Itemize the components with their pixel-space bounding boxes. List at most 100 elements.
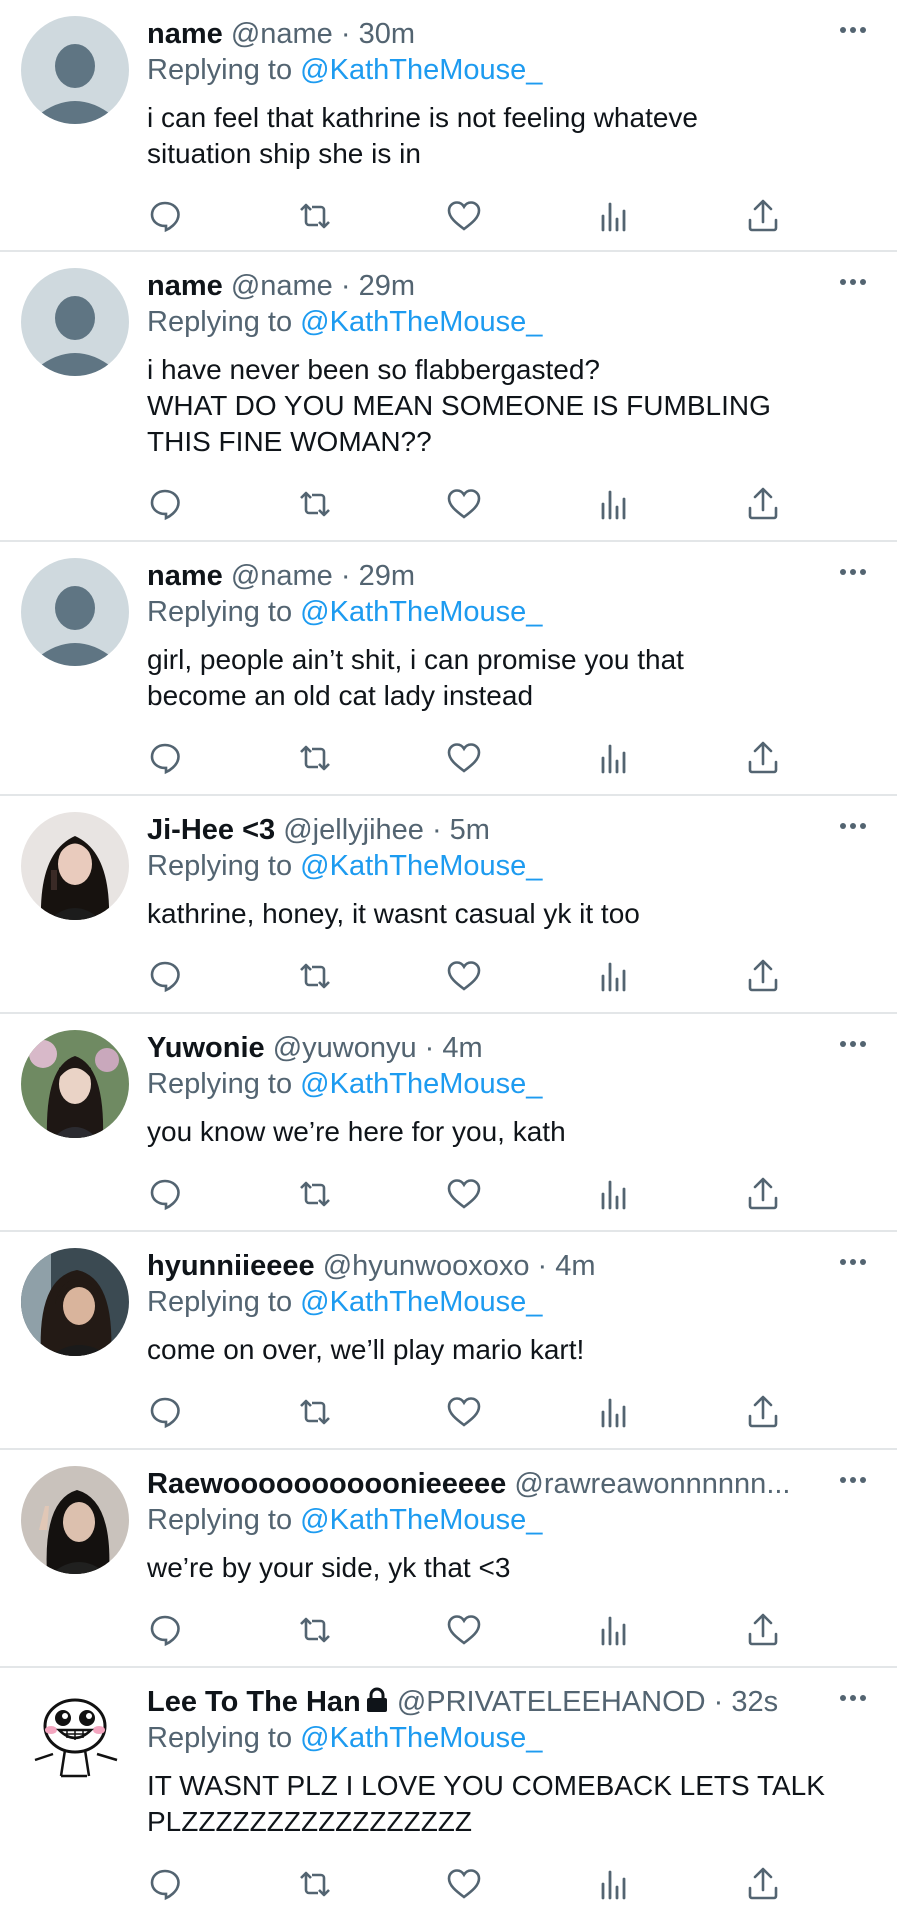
heart-icon[interactable]	[446, 198, 482, 234]
views-icon[interactable]	[596, 1176, 632, 1212]
timestamp[interactable]: · 30m	[341, 18, 415, 50]
mention-link[interactable]: @KathTheMouse_	[300, 54, 542, 86]
views-icon[interactable]	[596, 198, 632, 234]
tweet[interactable]: Lee To The Han @PRIVATELEEHANOD · 32s Re…	[0, 1668, 897, 1920]
more-icon[interactable]	[838, 272, 868, 292]
more-icon[interactable]	[838, 20, 868, 40]
user-handle[interactable]: @hyunwooxoxo	[323, 1250, 530, 1282]
more-icon[interactable]	[838, 1688, 868, 1708]
views-icon[interactable]	[596, 1394, 632, 1430]
photo-avatar[interactable]	[21, 1248, 129, 1356]
more-icon[interactable]	[838, 1034, 868, 1054]
user-handle[interactable]: @name	[231, 270, 333, 302]
heart-icon[interactable]	[446, 1866, 482, 1902]
timestamp[interactable]: · 5m	[432, 814, 490, 846]
share-icon[interactable]	[745, 1176, 781, 1212]
user-handle[interactable]: @yuwonyu	[273, 1032, 417, 1064]
user-handle[interactable]: @name	[231, 560, 333, 592]
tweet[interactable]: hyunniieeee @hyunwooxoxo · 4m Replying t…	[0, 1232, 897, 1450]
display-name[interactable]: Ji-Hee <3	[147, 814, 275, 846]
retweet-icon[interactable]	[297, 1612, 333, 1648]
share-icon[interactable]	[745, 1394, 781, 1430]
share-icon[interactable]	[745, 198, 781, 234]
tweet[interactable]: Yuwonie @yuwonyu · 4m Replying to @KathT…	[0, 1014, 897, 1232]
reply-icon[interactable]	[147, 740, 183, 776]
retweet-icon[interactable]	[297, 1394, 333, 1430]
display-name[interactable]: name	[147, 270, 223, 302]
mention-link[interactable]: @KathTheMouse_	[300, 1286, 542, 1318]
user-handle[interactable]: @name	[231, 18, 333, 50]
heart-icon[interactable]	[446, 1176, 482, 1212]
tweet[interactable]: name @name · 29m Replying to @KathTheMou…	[0, 542, 897, 796]
timestamp[interactable]: · 4m	[538, 1250, 596, 1282]
timestamp[interactable]: · 29m	[341, 560, 415, 592]
retweet-icon[interactable]	[297, 486, 333, 522]
reply-icon[interactable]	[147, 1394, 183, 1430]
views-icon[interactable]	[596, 1612, 632, 1648]
photo-avatar[interactable]	[21, 1466, 129, 1574]
reply-icon[interactable]	[147, 958, 183, 994]
more-icon[interactable]	[838, 1252, 868, 1272]
tweet-text-line: kathrine, honey, it wasnt casual yk it t…	[147, 898, 640, 929]
more-icon[interactable]	[838, 1470, 868, 1490]
mention-link[interactable]: @KathTheMouse_	[300, 596, 542, 628]
user-handle[interactable]: @PRIVATELEEHANOD	[397, 1686, 706, 1718]
timestamp[interactable]: · 29m	[341, 270, 415, 302]
mention-link[interactable]: @KathTheMouse_	[300, 1722, 542, 1754]
heart-icon[interactable]	[446, 1394, 482, 1430]
retweet-icon[interactable]	[297, 1866, 333, 1902]
default-avatar[interactable]	[21, 558, 129, 666]
default-avatar[interactable]	[21, 16, 129, 124]
more-icon[interactable]	[838, 816, 868, 836]
share-icon[interactable]	[745, 958, 781, 994]
photo-avatar[interactable]	[21, 812, 129, 920]
display-name[interactable]: Lee To The Han	[147, 1686, 361, 1718]
display-name[interactable]: Raewoooooooooonieeeee	[147, 1468, 506, 1500]
mention-link[interactable]: @KathTheMouse_	[300, 306, 542, 338]
mention-link[interactable]: @KathTheMouse_	[300, 1068, 542, 1100]
more-icon[interactable]	[838, 562, 868, 582]
reply-icon[interactable]	[147, 1176, 183, 1212]
default-avatar[interactable]	[21, 268, 129, 376]
views-icon[interactable]	[596, 486, 632, 522]
tweet-text: come on over, we’ll play mario kart!	[147, 1332, 584, 1368]
retweet-icon[interactable]	[297, 740, 333, 776]
reply-icon[interactable]	[147, 486, 183, 522]
views-icon[interactable]	[596, 740, 632, 776]
tweet[interactable]: name @name · 29m Replying to @KathTheMou…	[0, 252, 897, 542]
tweet[interactable]: Ji-Hee <3 @jellyjihee · 5m Replying to @…	[0, 796, 897, 1014]
tweet[interactable]: name @name · 30m Replying to @KathTheMou…	[0, 0, 897, 252]
timestamp[interactable]: · 4m	[425, 1032, 483, 1064]
reply-icon[interactable]	[147, 1866, 183, 1902]
mention-link[interactable]: @KathTheMouse_	[300, 850, 542, 882]
tweet[interactable]: Raewoooooooooonieeeee @rawreawonnnnnn...…	[0, 1450, 897, 1668]
share-icon[interactable]	[745, 740, 781, 776]
display-name[interactable]: hyunniieeee	[147, 1250, 315, 1282]
views-icon[interactable]	[596, 1866, 632, 1902]
display-name[interactable]: name	[147, 18, 223, 50]
reply-icon[interactable]	[147, 1612, 183, 1648]
retweet-icon[interactable]	[297, 1176, 333, 1212]
heart-icon[interactable]	[446, 958, 482, 994]
share-icon[interactable]	[745, 486, 781, 522]
display-name[interactable]: Yuwonie	[147, 1032, 265, 1064]
user-handle[interactable]: @jellyjihee	[283, 814, 424, 846]
user-handle[interactable]: @rawreawonnnnnn...	[514, 1468, 790, 1500]
display-name[interactable]: name	[147, 560, 223, 592]
heart-icon[interactable]	[446, 740, 482, 776]
timestamp[interactable]: · 32s	[714, 1686, 778, 1718]
replying-to: Replying to @KathTheMouse_	[147, 1502, 542, 1538]
mention-link[interactable]: @KathTheMouse_	[300, 1504, 542, 1536]
tweet-text-line: become an old cat lady instead	[147, 680, 534, 711]
heart-icon[interactable]	[446, 1612, 482, 1648]
heart-icon[interactable]	[446, 486, 482, 522]
share-icon[interactable]	[745, 1866, 781, 1902]
retweet-icon[interactable]	[297, 198, 333, 234]
cartoon-avatar[interactable]	[21, 1684, 129, 1792]
tweet-text-line: you know we’re here for you, kath	[147, 1116, 566, 1147]
reply-icon[interactable]	[147, 198, 183, 234]
share-icon[interactable]	[745, 1612, 781, 1648]
views-icon[interactable]	[596, 958, 632, 994]
retweet-icon[interactable]	[297, 958, 333, 994]
photo-avatar[interactable]	[21, 1030, 129, 1138]
